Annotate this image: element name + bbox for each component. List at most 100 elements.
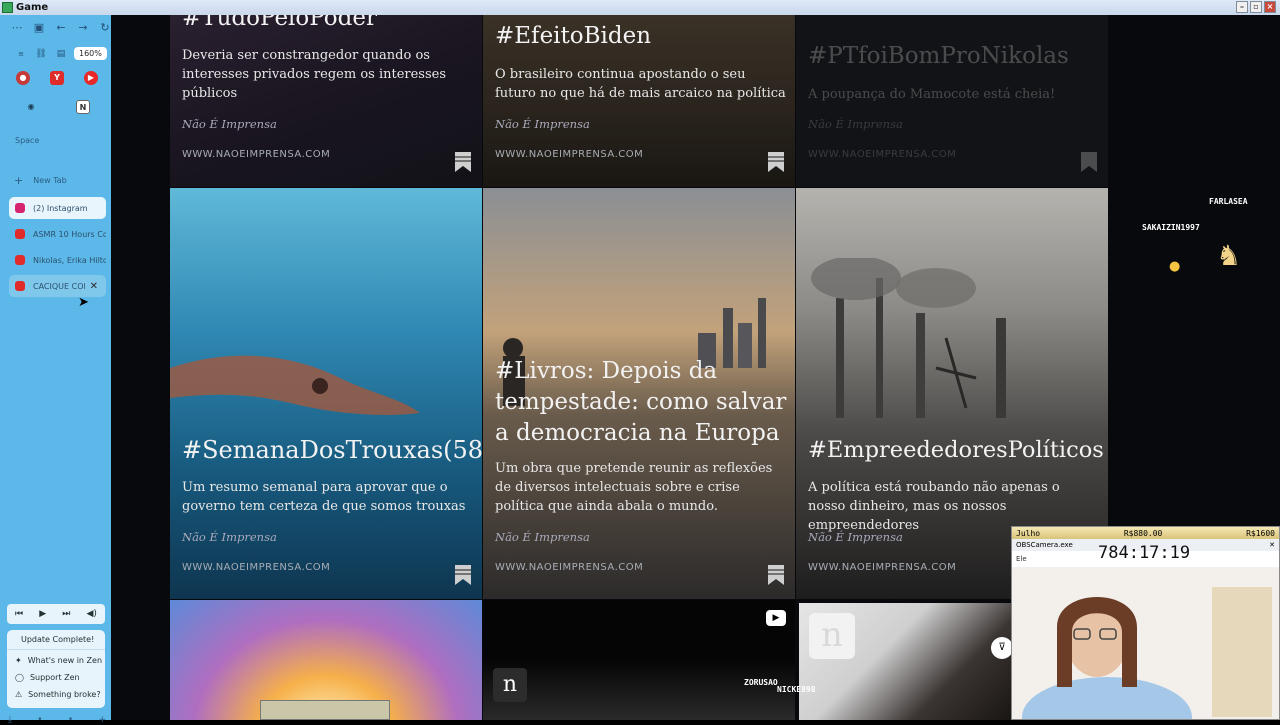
download-icon[interactable]: ⤓ xyxy=(8,715,12,725)
something-broke-link[interactable]: ⚠ Something broke? xyxy=(7,684,105,701)
card-description: Deveria ser constrangedor quando os inte… xyxy=(182,48,447,101)
sidebar-tab-cacique[interactable]: CACIQUE COB ✕ xyxy=(9,275,106,297)
add-space-icon[interactable]: + xyxy=(98,715,106,725)
cam-money-1: R$880.00 xyxy=(1123,528,1163,538)
more-icon[interactable]: ⋯ xyxy=(10,21,24,34)
card-url: WWW.NAOEIMPRENSA.COM xyxy=(808,149,957,160)
viewer-name: NICKE898 xyxy=(777,685,816,694)
card-description: A poupança do Mamocote está cheia! xyxy=(808,87,1056,102)
card-url: WWW.NAOEIMPRENSA.COM xyxy=(182,562,331,573)
video-card[interactable]: ▶ n xyxy=(483,600,795,720)
sidebar-tab-nikolas[interactable]: Nikolas, Erika Hilton xyxy=(9,249,106,271)
update-popup: Update Complete! ✦ What's new in Zen ◯ Sup… xyxy=(7,630,105,708)
close-tab-icon[interactable]: ✕ xyxy=(90,281,98,292)
sidebar-footer: ⤓ • • + xyxy=(8,715,106,725)
card-description: Um obra que pretende reunir as reflexões… xyxy=(495,461,773,514)
site-info-icon[interactable]: ≡ xyxy=(14,50,28,58)
tab-label: CACIQUE COB xyxy=(33,281,85,291)
sidebar-toggle-icon[interactable]: ▣ xyxy=(32,21,46,34)
maximize-button[interactable]: ▫ xyxy=(1250,1,1262,13)
tab-label: Nikolas, Erika Hilton xyxy=(33,255,106,265)
whats-new-link[interactable]: ✦ What's new in Zen xyxy=(7,650,105,667)
next-track-icon[interactable]: ⏭ xyxy=(62,609,70,619)
webcam-overlay: Julho R$880.00 R$1600 OBSCamera.exe ✕ El… xyxy=(1011,526,1280,720)
card-description: O brasileiro continua apostando o seu fu… xyxy=(495,67,786,101)
viewer-name: FARLASEA xyxy=(1209,197,1248,206)
article-card-image[interactable] xyxy=(170,600,482,720)
article-card[interactable]: #SemanaDosTrouxas(58) Um resumo semanal … xyxy=(170,188,482,599)
video-card[interactable]: n ⊽ xyxy=(799,603,1011,720)
card-url: WWW.NAOEIMPRENSA.COM xyxy=(808,562,957,573)
pinned-apps-2: ◉ N xyxy=(24,100,90,114)
bookmark-icon[interactable] xyxy=(1080,151,1098,173)
new-tab-button[interactable]: + New Tab xyxy=(14,174,67,187)
close-button[interactable]: × xyxy=(1264,1,1276,13)
forward-icon[interactable]: → xyxy=(76,21,90,34)
github-icon[interactable]: ◉ xyxy=(24,100,38,114)
pinned-apps: ● Y ▶ xyxy=(16,71,98,85)
cam-month: Julho xyxy=(1016,528,1041,538)
minimize-button[interactable]: – xyxy=(1236,1,1248,13)
card-source: Não É Imprensa xyxy=(182,117,277,131)
youtube-icon xyxy=(15,281,25,291)
sparkle-icon: ✦ xyxy=(15,655,22,665)
notion-icon[interactable]: N xyxy=(76,100,90,114)
card-description: Um resumo semanal para aprovar que o gov… xyxy=(182,480,466,514)
mouse-cursor-icon: ➤ xyxy=(78,295,89,310)
article-card[interactable]: #TudoPeloPoder Deveria ser constrangedor… xyxy=(170,15,482,187)
youtube-icon[interactable]: ▶ xyxy=(84,71,98,85)
media-controls: ⏮ ▶ ⏭ ◀) xyxy=(7,604,105,624)
filter-icon[interactable]: ⊽ xyxy=(991,637,1011,659)
close-icon[interactable]: ✕ xyxy=(1269,541,1275,549)
article-card[interactable]: #Livros: Depois da tempestade: como salv… xyxy=(483,188,795,599)
bookmark-icon[interactable] xyxy=(767,564,785,586)
card-source: Não É Imprensa xyxy=(182,530,277,544)
cam-money-2: R$1600 xyxy=(1246,528,1275,538)
article-card[interactable]: #PTfoiBomProNikolas A poupança do Mamoco… xyxy=(796,15,1108,187)
url-row: ≡ ⛓ ▤ 160% xyxy=(14,47,107,60)
chicken-sprite-icon: ♞ xyxy=(1216,239,1242,272)
volume-icon[interactable]: ◀) xyxy=(86,609,96,619)
card-source: Não É Imprensa xyxy=(808,117,903,131)
app-icon xyxy=(2,2,13,13)
sidebar-tab-instagram[interactable]: (2) Instagram xyxy=(9,197,106,219)
bookmark-icon[interactable] xyxy=(767,151,785,173)
bookmark-icon[interactable] xyxy=(454,564,472,586)
zoom-level[interactable]: 160% xyxy=(74,47,107,60)
previous-track-icon[interactable]: ⏮ xyxy=(15,609,23,619)
article-card[interactable]: #EfeitoBiden O brasileiro continua apost… xyxy=(483,15,795,187)
channel-logo: n xyxy=(493,668,527,702)
instagram-icon xyxy=(15,203,25,213)
card-title: #Livros: Depois da tempestade: como salv… xyxy=(495,358,787,446)
pinned-app-icon[interactable]: ● xyxy=(16,71,30,85)
support-link[interactable]: ◯ Support Zen xyxy=(7,667,105,684)
card-url: WWW.NAOEIMPRENSA.COM xyxy=(495,562,644,573)
channel-logo: n xyxy=(809,613,855,659)
play-icon[interactable]: ▶ xyxy=(39,609,46,619)
reader-icon[interactable]: ▤ xyxy=(54,49,68,59)
support-label: Support Zen xyxy=(29,672,80,682)
factory-image xyxy=(811,258,1006,418)
link-icon[interactable]: ⛓ xyxy=(34,49,48,59)
bird-sprite-icon: ● xyxy=(1169,259,1181,274)
yandex-icon[interactable]: Y xyxy=(50,71,64,85)
viewer-name: SAKAIZIN1997 xyxy=(1142,223,1200,232)
squid-image xyxy=(170,355,420,415)
tab-label: (2) Instagram xyxy=(33,203,88,213)
card-source: Não É Imprensa xyxy=(495,117,590,131)
window-title: Game xyxy=(16,2,49,13)
card-source: Não É Imprensa xyxy=(808,530,903,544)
space-dot-icon[interactable]: • xyxy=(37,715,42,725)
update-title: Update Complete! xyxy=(7,630,105,650)
viewer-name: ZORUSAO xyxy=(744,678,778,687)
back-icon[interactable]: ← xyxy=(54,21,68,34)
card-title: #SemanaDosTrouxas(58) xyxy=(182,436,482,464)
bookmark-icon[interactable] xyxy=(454,151,472,173)
webcam-feed-image xyxy=(1012,567,1279,719)
space-dot-icon[interactable]: • xyxy=(68,715,73,725)
sidebar-tab-asmr[interactable]: ASMR 10 Hours Co xyxy=(9,223,106,245)
play-icon[interactable]: ▶ xyxy=(766,610,786,626)
reload-icon[interactable]: ↻ xyxy=(98,21,112,34)
window-controls: – ▫ × xyxy=(1236,1,1276,13)
sidebar-toolbar: ⋯ ▣ ← → ↻ xyxy=(10,21,112,34)
